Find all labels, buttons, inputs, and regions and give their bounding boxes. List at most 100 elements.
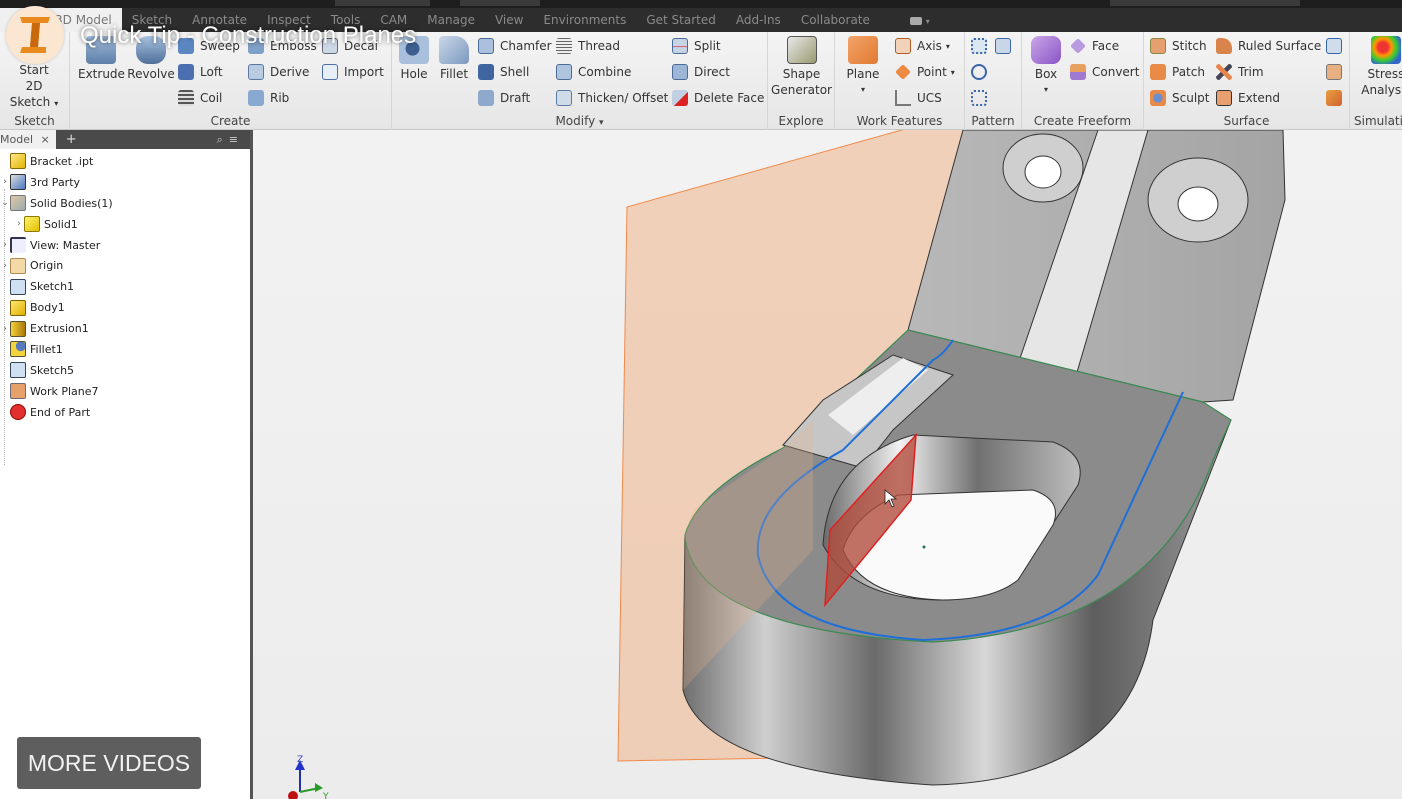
menu-icon[interactable]: ≡ <box>229 133 244 146</box>
part-icon <box>10 153 26 170</box>
group-label-pattern: Pattern <box>971 114 1015 128</box>
tree-node-sketch[interactable]: Sketch5 <box>0 360 250 381</box>
sketch-driven-pattern-button[interactable] <box>971 88 993 108</box>
expand-toggle-icon[interactable]: › <box>0 261 10 271</box>
shell-button[interactable]: Shell <box>478 62 529 82</box>
tab-view[interactable]: View <box>485 8 533 32</box>
chamfer-button[interactable]: Chamfer <box>478 36 552 56</box>
analysis-label: Analysis <box>1361 83 1402 97</box>
rib-button[interactable]: Rib <box>248 88 289 108</box>
combine-button[interactable]: Combine <box>556 62 631 82</box>
coil-button[interactable]: Coil <box>178 88 222 108</box>
rectangular-pattern-button[interactable] <box>971 36 993 56</box>
inventor-logo[interactable] <box>6 6 64 64</box>
more-videos-button[interactable]: MORE VIDEOS <box>17 737 201 789</box>
stress-analysis-button[interactable]: Stress Analysis <box>1358 36 1402 98</box>
split-icon <box>672 38 688 54</box>
browser-tab-model[interactable]: Model × <box>0 130 56 149</box>
group-pattern: Pattern <box>965 32 1022 130</box>
expand-toggle-icon[interactable]: › <box>14 219 24 229</box>
tab-get-started[interactable]: Get Started <box>636 8 726 32</box>
box-button[interactable]: Box ▾ <box>1028 36 1064 98</box>
stitch-button[interactable]: Stitch <box>1150 36 1207 56</box>
tree-node-label: Extrusion1 <box>30 322 89 336</box>
circular-pattern-button[interactable] <box>971 62 993 82</box>
convert-button[interactable]: Convert <box>1070 62 1139 82</box>
start-2d-sketch-button[interactable]: Start 2D Sketch ▾ <box>2 62 66 112</box>
tree-node-solid-bodies[interactable]: ⌄ Solid Bodies(1) <box>0 193 250 214</box>
patch-label: Patch <box>1172 65 1205 79</box>
tree-node-label: Solid Bodies(1) <box>30 196 113 210</box>
camera-menu[interactable]: ▾ <box>900 8 940 32</box>
expand-toggle-icon[interactable]: › <box>0 240 10 250</box>
modify-menu[interactable]: Modify ▾ <box>392 114 767 128</box>
loft-button[interactable]: Loft <box>178 62 223 82</box>
expand-toggle-icon[interactable]: › <box>0 177 10 187</box>
surface-tool-3-button[interactable] <box>1326 88 1348 108</box>
fillet-label: Fillet <box>439 67 469 81</box>
tab-environments[interactable]: Environments <box>533 8 636 32</box>
delete-face-button[interactable]: Delete Face <box>672 88 764 108</box>
plane-button[interactable]: Plane ▾ <box>841 36 885 98</box>
ruled-surface-button[interactable]: Ruled Surface <box>1216 36 1321 56</box>
surface-tool-2-button[interactable] <box>1326 62 1348 82</box>
ruled-surface-label: Ruled Surface <box>1238 39 1322 53</box>
split-button[interactable]: Split <box>672 36 721 56</box>
expand-toggle-icon[interactable]: ⌄ <box>0 198 10 208</box>
split-label: Split <box>694 39 721 53</box>
axis-button[interactable]: Axis ▾ <box>895 36 950 56</box>
thicken-offset-button[interactable]: Thicken/ Offset <box>556 88 668 108</box>
import-button[interactable]: Import <box>322 62 384 82</box>
tree-node-fillet[interactable]: Fillet1 <box>0 339 250 360</box>
video-title[interactable]: Quick Tip - Construction Planes <box>80 22 416 50</box>
patch-button[interactable]: Patch <box>1150 62 1205 82</box>
face-button[interactable]: Face <box>1070 36 1119 56</box>
patch-icon <box>1150 64 1166 80</box>
graphics-viewport[interactable]: Z Y <box>253 130 1402 799</box>
tree-node-work-plane[interactable]: Work Plane7 <box>0 381 250 402</box>
group-create-freeform: Box ▾ Face Convert Create Freeform <box>1022 32 1144 130</box>
tree-node-body[interactable]: Body1 <box>0 297 250 318</box>
extend-label: Extend <box>1238 91 1280 105</box>
ucs-button[interactable]: UCS <box>895 88 942 108</box>
axis-icon <box>895 38 911 54</box>
tree-node-solid[interactable]: › Solid1 <box>0 214 250 235</box>
mirror-button[interactable] <box>995 36 1017 56</box>
tree-node-folder[interactable]: › Origin <box>0 255 250 276</box>
draft-button[interactable]: Draft <box>478 88 530 108</box>
fillet-button[interactable]: Fillet <box>436 36 472 82</box>
tree-node-sketch[interactable]: Sketch1 <box>0 276 250 297</box>
tab-add-ins[interactable]: Add-Ins <box>726 8 791 32</box>
tree-node-part[interactable]: Bracket .ipt <box>0 151 250 172</box>
tree-node-end-of-part[interactable]: End of Part <box>0 402 250 423</box>
thread-button[interactable]: Thread <box>556 36 620 56</box>
point-button[interactable]: Point ▾ <box>895 62 955 82</box>
tree-node-third-party[interactable]: › 3rd Party <box>0 172 250 193</box>
add-tab-icon[interactable]: + <box>66 132 77 147</box>
generator-label: Generator <box>771 83 832 97</box>
derive-button[interactable]: Derive <box>248 62 309 82</box>
tree-node-extrusion[interactable]: › Extrusion1 <box>0 318 250 339</box>
tree-node-view[interactable]: › View: Master <box>0 235 250 256</box>
sketch-icon <box>10 362 26 379</box>
view-triad[interactable]: Z Y <box>288 755 329 799</box>
extend-button[interactable]: Extend <box>1216 88 1280 108</box>
sketch-icon <box>10 278 26 295</box>
tab-collaborate[interactable]: Collaborate <box>791 8 880 32</box>
search-icon[interactable]: ⌕ <box>217 133 229 146</box>
close-icon[interactable]: × <box>41 133 50 146</box>
sculpt-button[interactable]: Sculpt <box>1150 88 1209 108</box>
browser-header: Model × + ⌕≡ <box>0 130 250 149</box>
surface-tool-1-button[interactable] <box>1326 36 1348 56</box>
tree-node-label: Sketch1 <box>30 280 75 294</box>
trim-button[interactable]: Trim <box>1216 62 1264 82</box>
tab-manage[interactable]: Manage <box>417 8 485 32</box>
start-label: Start <box>19 63 49 77</box>
body-icon <box>10 299 26 316</box>
shape-generator-button[interactable]: Shape Generator <box>768 36 835 98</box>
model-view[interactable]: Z Y <box>253 130 1402 799</box>
direct-button[interactable]: Direct <box>672 62 730 82</box>
face-label: Face <box>1092 39 1120 53</box>
model-tree: Bracket .ipt › 3rd Party ⌄ Solid Bodies(1) › S… <box>0 149 250 465</box>
expand-toggle-icon[interactable]: › <box>0 324 10 334</box>
